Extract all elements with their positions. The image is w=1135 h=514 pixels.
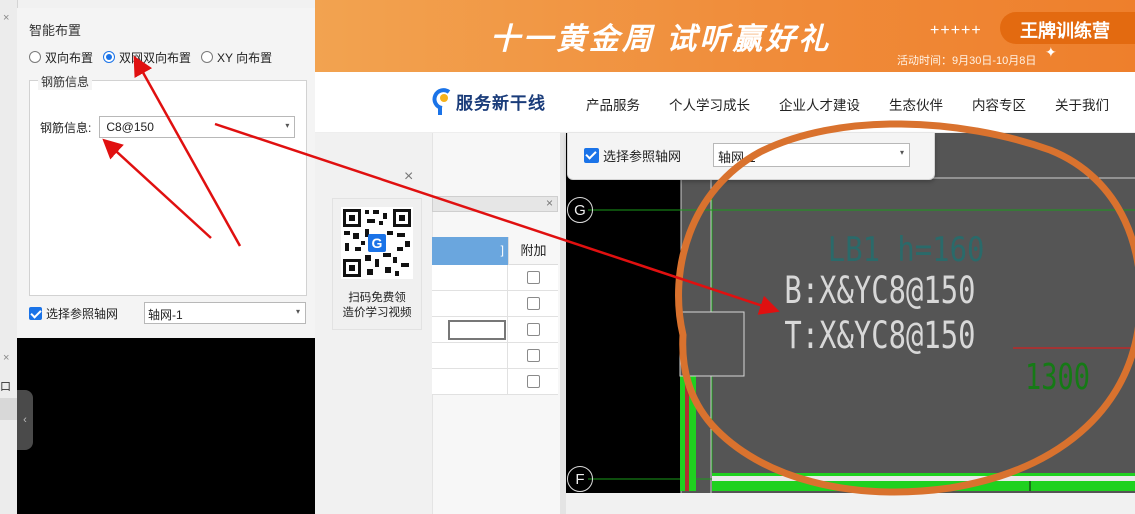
table-row[interactable]: [432, 343, 558, 369]
qr-popup[interactable]: G 扫码免费领 造价学习视频: [332, 198, 422, 330]
qr-caption-line1: 扫码免费领: [348, 292, 406, 304]
table-header-cell-selected[interactable]: ]: [432, 237, 508, 265]
smart-layout-dialog: 智能布置 双向布置 双网双向布置 XY 向布置 钢筋信息 钢筋信息: C8@15…: [17, 8, 316, 338]
radio-label: 双网双向布置: [119, 50, 192, 65]
nav-menu: 产品服务 个人学习成长 企业人才建设 生态伙伴 内容专区 关于我们: [586, 94, 1135, 114]
logo-mark-icon: [432, 88, 451, 115]
cad-reference-axis-value: 轴网-1: [718, 150, 756, 165]
radio-circle[interactable]: [201, 51, 214, 63]
cad-reference-axis-row: 选择参照轴网 轴网-1 ▾: [584, 143, 911, 167]
layout-mode-radio-group: 双向布置 双网双向布置 XY 向布置: [29, 48, 282, 66]
cad-slab-label: LB1 h=160: [828, 231, 985, 270]
promo-banner[interactable]: 十一黄金周 试听赢好礼 +++++ 活动时间：9月30日-10月8日 ✦ 王牌训…: [315, 0, 1135, 72]
table-row[interactable]: [432, 265, 558, 291]
cad-reference-axis-combobox[interactable]: 轴网-1 ▾: [713, 143, 911, 167]
table-header-partial-text: ]: [500, 243, 504, 257]
table-row[interactable]: [432, 291, 558, 317]
banner-stars: +++++: [930, 22, 982, 39]
radio-xy-direction[interactable]: XY 向布置: [201, 49, 272, 66]
dropdown-arrow-icon[interactable]: ▾: [900, 148, 904, 157]
gutter-selected-row[interactable]: [0, 398, 17, 420]
nav-item-content[interactable]: 内容专区: [972, 94, 1026, 114]
table-header-row: ] 附加: [432, 237, 558, 265]
table-cell-checkbox[interactable]: [507, 369, 558, 394]
rebar-info-combobox[interactable]: C8@150 ▾: [99, 116, 296, 138]
cad-drawing[interactable]: LB1 h=160 B:X&YC8@150 T:X&YC8@150 1300: [566, 133, 1135, 514]
radio-label: XY 向布置: [217, 50, 273, 65]
table-row[interactable]: [432, 317, 558, 343]
banner-dates: 活动时间：9月30日-10月8日: [897, 55, 1037, 67]
banner-pill-button[interactable]: 王牌训练营: [1000, 12, 1135, 44]
table-cell[interactable]: [432, 369, 507, 394]
table-row[interactable]: [432, 369, 558, 395]
table-cell-checkbox[interactable]: [507, 265, 558, 290]
table-cell[interactable]: [432, 291, 507, 316]
axis-bubble-g[interactable]: G: [567, 197, 593, 223]
cad-dimension-label: 1300: [1025, 355, 1090, 398]
banner-pill-label: 王牌训练营: [1020, 21, 1110, 41]
reference-axis-combobox[interactable]: 轴网-1 ▾: [144, 302, 307, 324]
sparkle-icon: ✦: [1045, 44, 1057, 60]
radio-bidirectional[interactable]: 双向布置: [29, 49, 93, 66]
table-cell-checkbox[interactable]: [507, 317, 558, 342]
reference-axis-value: 轴网-1: [148, 308, 183, 322]
radio-circle-selected[interactable]: [103, 51, 116, 63]
cad-reference-axis-panel: 选择参照轴网 轴网-1 ▾: [567, 133, 935, 180]
table-cell-checkbox[interactable]: [507, 343, 558, 368]
cad-bottom-rebar-label: B:X&YC8@150: [784, 268, 975, 311]
svg-text:G: G: [372, 235, 383, 251]
qr-caption-line2: 造价学习视频: [342, 307, 412, 319]
dropdown-arrow-icon[interactable]: ▾: [285, 121, 289, 130]
radio-label: 双向布置: [45, 50, 94, 65]
radio-circle[interactable]: [29, 51, 41, 63]
additional-checkbox[interactable]: [526, 349, 540, 362]
rebar-info-row: 钢筋信息: C8@150 ▾: [40, 116, 296, 138]
nav-item-enterprise-talent[interactable]: 企业人才建设: [779, 94, 860, 114]
nav-item-personal-growth[interactable]: 个人学习成长: [669, 94, 750, 114]
site-nav: 服务新干线 产品服务 个人学习成长 企业人才建设 生态伙伴 内容专区 关于我们: [315, 72, 1135, 133]
gutter-close-icon-2[interactable]: ×: [3, 352, 9, 364]
collapse-panel-button[interactable]: ‹: [17, 390, 33, 450]
nav-item-products[interactable]: 产品服务: [586, 94, 640, 114]
table-cell[interactable]: [432, 343, 507, 368]
table-panel-header: ×: [432, 196, 558, 212]
radio-double-net-bidirectional[interactable]: 双网双向布置: [103, 49, 191, 66]
nav-item-about[interactable]: 关于我们: [1055, 94, 1109, 114]
gutter-tab-text[interactable]: 口: [0, 378, 11, 394]
additional-checkbox[interactable]: [526, 297, 540, 310]
cad-reference-axis-label: 选择参照轴网: [603, 148, 682, 164]
rebar-info-group: 钢筋信息 钢筋信息: C8@150 ▾: [29, 73, 307, 296]
drawing-canvas-left[interactable]: [17, 338, 315, 514]
gutter-close-icon[interactable]: ×: [3, 12, 9, 24]
left-panel-gutter: × × 口: [0, 0, 18, 514]
cad-reference-axis-checkbox[interactable]: [584, 147, 599, 163]
axis-bubble-f[interactable]: F: [567, 466, 593, 492]
additional-checkbox[interactable]: [526, 375, 540, 388]
attributes-table: ] 附加: [432, 237, 558, 395]
reference-axis-row: 选择参照轴网 轴网-1 ▾: [29, 302, 307, 324]
rebar-info-value: C8@150: [106, 120, 154, 134]
dropdown-arrow-icon[interactable]: ▾: [296, 307, 300, 316]
qr-close-icon[interactable]: ×: [404, 168, 413, 186]
qr-code-icon: G: [341, 207, 413, 279]
reference-axis-label: 选择参照轴网: [46, 306, 119, 321]
group-legend: 钢筋信息: [38, 73, 93, 90]
additional-checkbox[interactable]: [526, 323, 540, 336]
brand-name: 服务新干线: [456, 93, 546, 113]
table-close-icon[interactable]: ×: [546, 196, 553, 210]
nav-item-ecosystem[interactable]: 生态伙伴: [889, 94, 943, 114]
additional-checkbox[interactable]: [526, 271, 540, 284]
table-cell-editing[interactable]: [432, 317, 507, 342]
cad-top-rebar-label: T:X&YC8@150: [784, 313, 975, 356]
table-cell-checkbox[interactable]: [507, 291, 558, 316]
table-header-additional[interactable]: 附加: [508, 237, 558, 265]
site-logo[interactable]: 服务新干线: [431, 86, 546, 116]
banner-headline: 十一黄金周 试听赢好礼: [490, 23, 832, 56]
reference-axis-checkbox[interactable]: [29, 306, 42, 320]
chevron-left-icon: ‹: [23, 414, 27, 426]
table-cell[interactable]: [432, 265, 507, 290]
dialog-title: 智能布置: [29, 23, 82, 38]
rebar-info-label: 钢筋信息:: [40, 120, 92, 135]
